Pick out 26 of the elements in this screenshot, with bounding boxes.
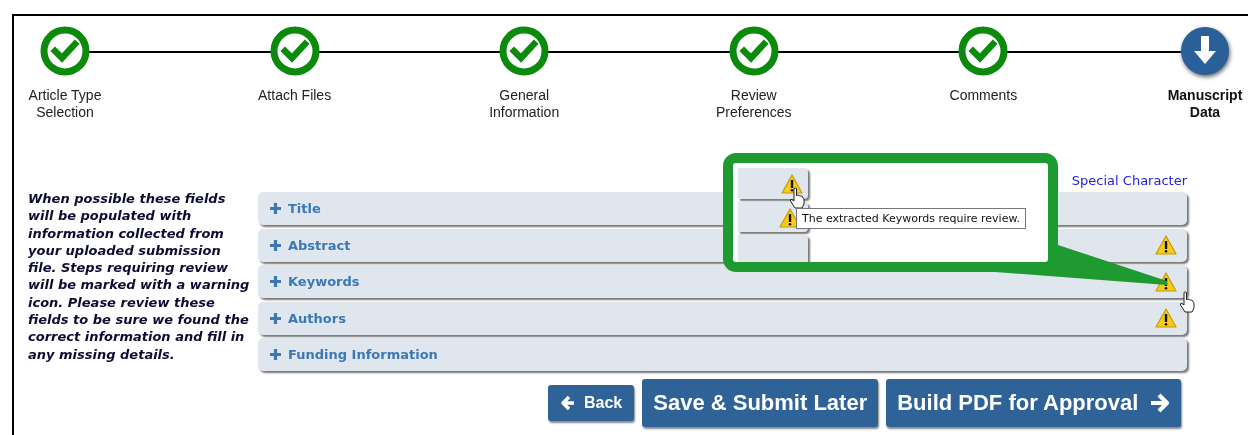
build-pdf-button[interactable]: Build PDF for Approval bbox=[886, 379, 1182, 427]
special-character-link[interactable]: Special Character bbox=[1071, 173, 1187, 188]
magnified-panel bbox=[738, 235, 808, 262]
tooltip: The extracted Keywords require review. bbox=[796, 208, 1026, 229]
right-arrow-icon bbox=[1148, 392, 1171, 414]
plus-icon bbox=[269, 275, 282, 288]
hand-cursor-icon bbox=[789, 187, 805, 209]
accordion-header[interactable]: Funding Information bbox=[258, 338, 1187, 371]
plus-icon bbox=[269, 311, 282, 325]
step-label[interactable]: Attach Files bbox=[258, 87, 332, 104]
accordion-header[interactable]: Authors bbox=[258, 301, 1187, 335]
step-label[interactable]: Comments bbox=[949, 87, 1018, 104]
plus-icon bbox=[269, 238, 282, 252]
left-arrow-icon bbox=[560, 395, 576, 411]
step-label[interactable]: Review Preferences bbox=[703, 87, 804, 121]
save-button[interactable]: Save & Submit Later bbox=[642, 379, 879, 427]
warning-icon bbox=[1155, 235, 1177, 255]
warning-icon bbox=[1155, 308, 1177, 328]
instructions-text: When possible these fields will be populated with information collected from your uploaded submission file. Steps requiring review will be marked with a warning icon. Please review these fields to be sure we found the correct information and fill in any missing details. bbox=[28, 190, 251, 363]
hand-cursor-icon bbox=[1179, 291, 1195, 313]
step-label[interactable]: Article Type Selection bbox=[15, 87, 115, 121]
plus-icon bbox=[269, 202, 282, 215]
step-label[interactable]: Manuscript Data bbox=[1162, 87, 1247, 121]
back-button[interactable]: Back bbox=[548, 385, 635, 421]
plus-icon bbox=[269, 348, 282, 361]
step-label[interactable]: General Information bbox=[474, 87, 575, 121]
